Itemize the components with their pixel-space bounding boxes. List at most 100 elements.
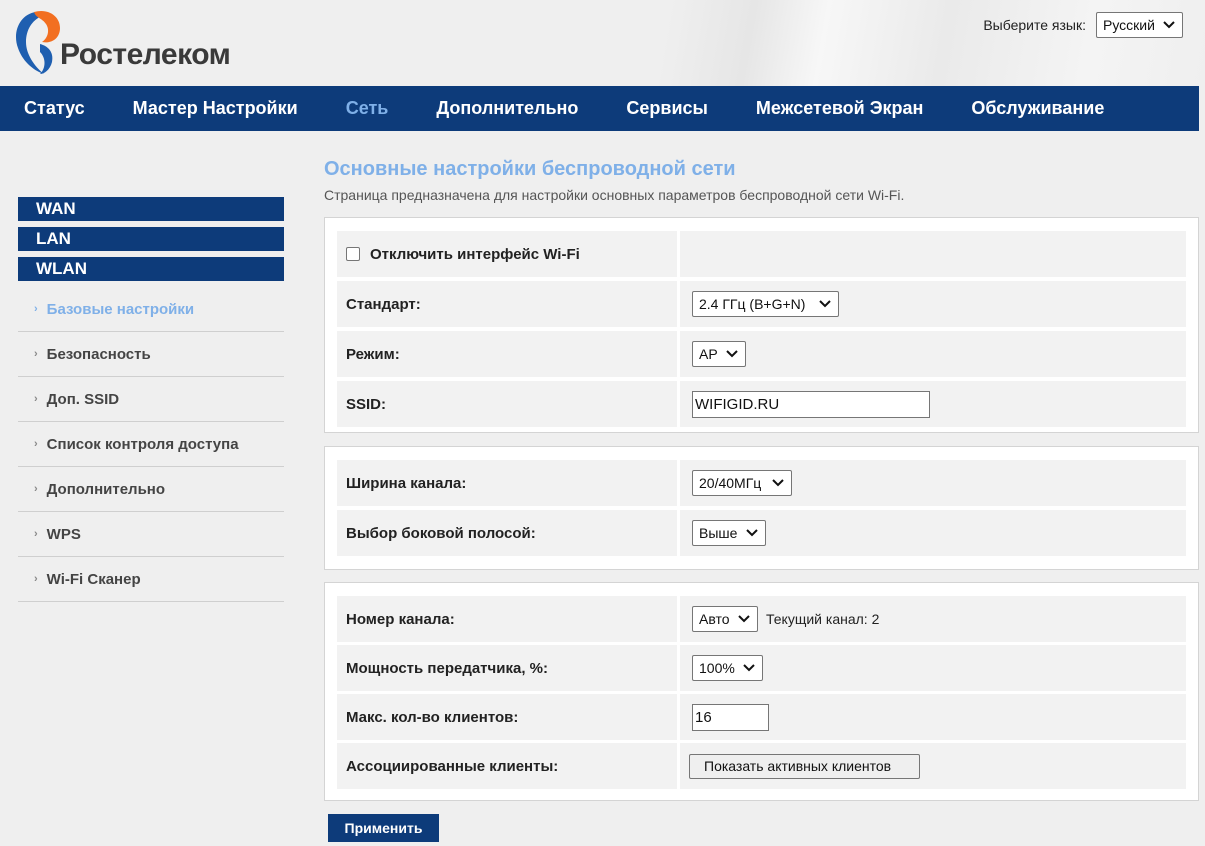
nav-item-advanced[interactable]: Дополнительно	[412, 86, 602, 131]
standard-select-value: 2.4 ГГц (B+G+N)	[699, 296, 806, 312]
language-label: Выберите язык:	[983, 17, 1086, 33]
tx-power-select[interactable]: 100%	[692, 655, 763, 681]
max-clients-input[interactable]: 16	[692, 703, 769, 731]
language-select-value: Русский	[1103, 17, 1155, 33]
sidebar-item-label: WPS	[46, 525, 81, 543]
nav-item-maintenance[interactable]: Обслуживание	[947, 86, 1128, 131]
row-tx-power: Мощность передатчика, %: 100%	[337, 645, 1186, 691]
panel-channel-width: Ширина канала: 20/40МГц Выбор боковой по…	[324, 446, 1199, 570]
row-disable-wifi: Отключить интерфейс Wi-Fi	[337, 231, 1186, 277]
show-active-clients-button[interactable]: Показать активных клиентов	[689, 753, 920, 779]
sidebar-item-label: Список контроля доступа	[46, 435, 239, 453]
language-selector: Выберите язык: Русский	[983, 12, 1183, 38]
channel-width-value-cell: 20/40МГц	[680, 460, 1186, 506]
channel-width-select[interactable]: 20/40МГц	[692, 470, 792, 496]
assoc-clients-value-cell: Показать активных клиентов	[680, 743, 1186, 789]
nav-item-services[interactable]: Сервисы	[602, 86, 732, 131]
nav-item-network[interactable]: Сеть	[322, 86, 413, 131]
sidebar-section-wan[interactable]: WAN	[18, 197, 284, 221]
tx-power-label: Мощность передатчика, %:	[346, 659, 548, 677]
sidebar-item-access-control[interactable]: › Список контроля доступа	[18, 422, 284, 467]
panel-basic: Отключить интерфейс Wi-Fi Стандарт: 2.4 …	[324, 217, 1199, 433]
chevron-down-icon	[743, 664, 755, 672]
nav-item-status[interactable]: Статус	[0, 86, 109, 131]
sidebar-item-basic[interactable]: › Базовые настройки	[18, 287, 284, 332]
row-standard: Стандарт: 2.4 ГГц (B+G+N)	[337, 281, 1186, 327]
rostelecom-logo-icon	[16, 10, 60, 74]
channel-number-select-value: Авто	[699, 611, 730, 627]
top-navigation: Статус Мастер Настройки Сеть Дополнитель…	[0, 86, 1199, 131]
row-assoc-clients: Ассоциированные клиенты: Показать активн…	[337, 743, 1186, 789]
row-sideband: Выбор боковой полосой: Выше	[337, 510, 1186, 556]
sidebar-item-label: Безопасность	[46, 345, 151, 363]
chevron-down-icon	[726, 350, 738, 358]
page-description: Страница предназначена для настройки осн…	[324, 187, 905, 203]
rostelecom-logo[interactable]: Ростелеком	[14, 8, 244, 78]
chevron-down-icon	[746, 529, 758, 537]
ssid-input[interactable]: WIFIGID.RU	[692, 390, 930, 418]
sidebar-item-extra-ssid[interactable]: › Доп. SSID	[18, 377, 284, 422]
channel-number-value-cell: Авто Текущий канал: 2	[680, 596, 1186, 642]
sidebar-item-wifi-scanner[interactable]: › Wi-Fi Сканер	[18, 557, 284, 602]
mode-select[interactable]: AP	[692, 341, 746, 367]
mode-label: Режим:	[346, 345, 400, 363]
sideband-select[interactable]: Выше	[692, 520, 766, 546]
bullet-icon: ›	[34, 303, 38, 315]
sidebar-item-label: Базовые настройки	[46, 300, 195, 318]
channel-number-label: Номер канала:	[346, 610, 455, 628]
main-content: Основные настройки беспроводной сети Стр…	[324, 158, 1199, 801]
sidebar-section-wlan[interactable]: WLAN	[18, 257, 284, 281]
header: Ростелеком Выберите язык: Русский	[0, 0, 1205, 86]
row-mode: Режим: AP	[337, 331, 1186, 377]
tx-power-value-cell: 100%	[680, 645, 1186, 691]
panel-channel: Номер канала: Авто Текущий канал: 2 Мощн…	[324, 582, 1199, 801]
ssid-value-cell: WIFIGID.RU	[680, 381, 1186, 427]
chevron-down-icon	[819, 300, 831, 308]
sidebar-item-label: Дополнительно	[46, 480, 166, 498]
chevron-down-icon	[738, 615, 750, 623]
ssid-label: SSID:	[346, 395, 387, 413]
channel-number-select[interactable]: Авто	[692, 606, 758, 632]
row-channel-width: Ширина канала: 20/40МГц	[337, 460, 1186, 506]
standard-label: Стандарт:	[346, 295, 421, 313]
channel-width-select-value: 20/40МГц	[699, 475, 762, 491]
mode-value-cell: AP	[680, 331, 1186, 377]
nav-item-firewall[interactable]: Межсетевой Экран	[732, 86, 947, 131]
bullet-icon: ›	[34, 438, 38, 450]
logo-text: Ростелеком	[60, 38, 231, 71]
standard-select[interactable]: 2.4 ГГц (B+G+N)	[692, 291, 839, 317]
sideband-select-value: Выше	[699, 525, 738, 541]
page-title: Основные настройки беспроводной сети	[324, 158, 736, 180]
router-admin-page: Ростелеком Выберите язык: Русский Статус…	[0, 0, 1205, 846]
mode-select-value: AP	[699, 346, 718, 362]
nav-item-wizard[interactable]: Мастер Настройки	[109, 86, 322, 131]
disable-wifi-label: Отключить интерфейс Wi-Fi	[370, 245, 580, 263]
sidebar-item-label: Wi-Fi Сканер	[46, 570, 141, 588]
sideband-value-cell: Выше	[680, 510, 1186, 556]
standard-value-cell: 2.4 ГГц (B+G+N)	[680, 281, 1186, 327]
sidebar-item-label: Доп. SSID	[46, 390, 120, 408]
row-max-clients: Макс. кол-во клиентов: 16	[337, 694, 1186, 740]
max-clients-label: Макс. кол-во клиентов:	[346, 708, 519, 726]
bullet-icon: ›	[34, 528, 38, 540]
bullet-icon: ›	[34, 348, 38, 360]
bullet-icon: ›	[34, 573, 38, 585]
sidebar-item-security[interactable]: › Безопасность	[18, 332, 284, 377]
sidebar-item-advanced[interactable]: › Дополнительно	[18, 467, 284, 512]
disable-wifi-label-cell: Отключить интерфейс Wi-Fi	[337, 231, 677, 277]
sidebar-section-lan[interactable]: LAN	[18, 227, 284, 251]
language-select[interactable]: Русский	[1096, 12, 1183, 38]
bullet-icon: ›	[34, 393, 38, 405]
assoc-clients-label: Ассоциированные клиенты:	[346, 757, 559, 775]
bullet-icon: ›	[34, 483, 38, 495]
row-channel-number: Номер канала: Авто Текущий канал: 2	[337, 596, 1186, 642]
disable-wifi-checkbox[interactable]	[346, 247, 360, 261]
chevron-down-icon	[772, 479, 784, 487]
sideband-label: Выбор боковой полосой:	[346, 524, 536, 542]
row-ssid: SSID: WIFIGID.RU	[337, 381, 1186, 427]
sidebar-item-wps[interactable]: › WPS	[18, 512, 284, 557]
tx-power-select-value: 100%	[699, 660, 735, 676]
apply-button[interactable]: Применить	[328, 814, 439, 842]
current-channel: Текущий канал: 2	[766, 611, 880, 627]
max-clients-value-cell: 16	[680, 694, 1186, 740]
